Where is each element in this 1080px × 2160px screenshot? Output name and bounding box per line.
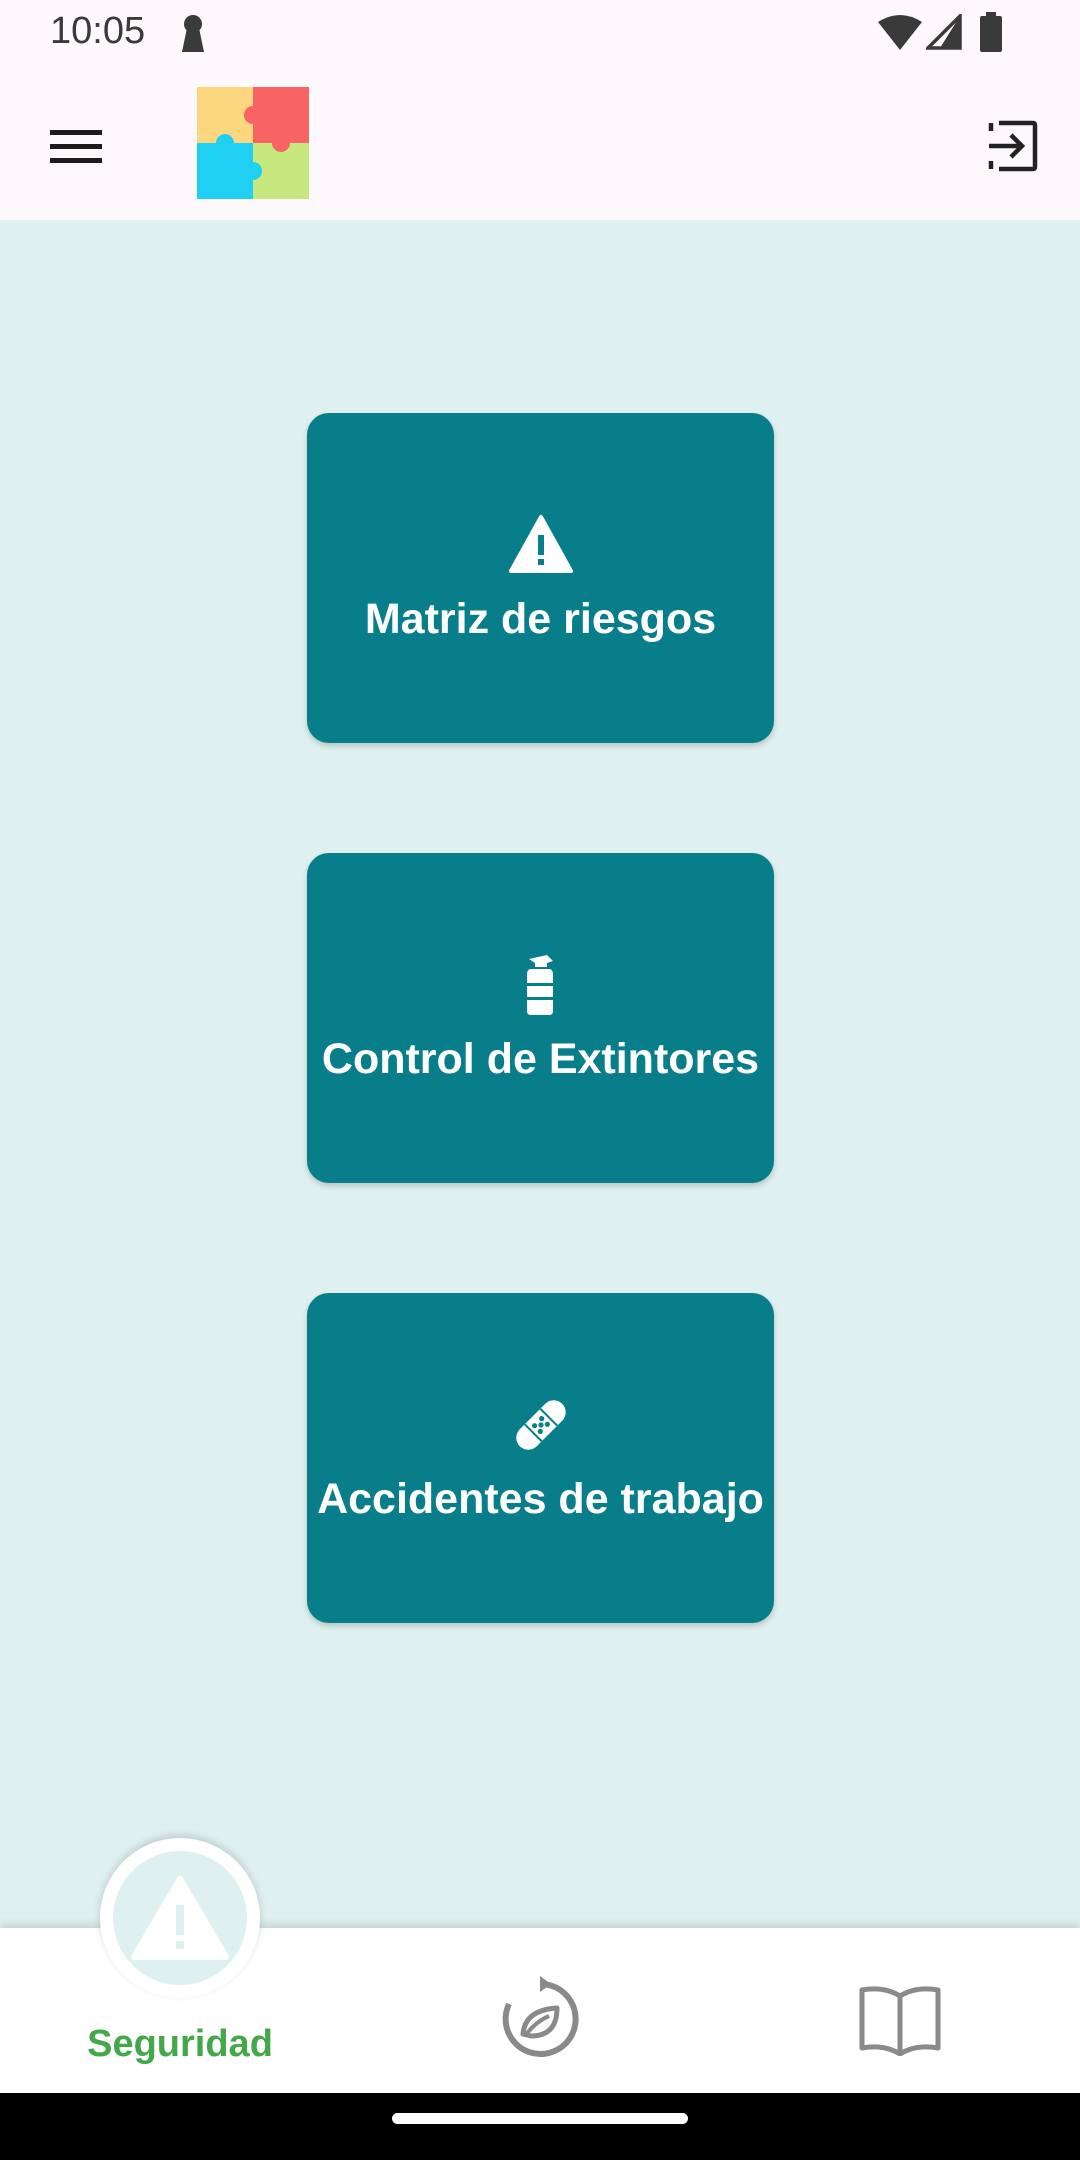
nav-item-seguridad[interactable]: [100, 1838, 260, 1998]
fire-extinguisher-icon: [526, 954, 553, 1015]
puzzle-logo-icon: [197, 87, 309, 199]
nav-active-indicator: [113, 1851, 247, 1985]
warning-icon: [508, 514, 573, 573]
logout-icon: [988, 120, 1038, 172]
control-de-extintores-card[interactable]: Control de Extintores: [307, 853, 774, 1183]
card-label: Matriz de riesgos: [364, 594, 717, 643]
nav-item-book[interactable]: [846, 1965, 954, 2073]
accidentes-de-trabajo-card[interactable]: Accidentes de trabajo: [307, 1293, 774, 1623]
system-navigation-bar: [0, 2093, 1080, 2160]
matriz-de-riesgos-card[interactable]: Matriz de riesgos: [307, 413, 774, 743]
nav-item-eco-refresh[interactable]: [486, 1965, 594, 2073]
logout-button[interactable]: [974, 108, 1050, 184]
card-label: Control de Extintores: [321, 1034, 760, 1083]
hamburger-menu-icon: [50, 130, 102, 163]
book-icon: [859, 1986, 941, 2056]
eco-refresh-icon: [502, 1976, 579, 2057]
nav-label-seguridad: Seguridad: [87, 2023, 273, 2065]
lock-keyhole-icon: [182, 15, 204, 52]
card-label: Accidentes de trabajo: [317, 1474, 764, 1523]
menu-button[interactable]: [40, 110, 112, 182]
app-bar: [0, 70, 1080, 220]
warning-icon: [131, 1876, 229, 1960]
home-gesture-handle[interactable]: [392, 2113, 688, 2124]
wifi-icon: [878, 15, 922, 50]
signal-icon: [926, 14, 962, 50]
battery-icon: [980, 12, 1002, 52]
status-time: 10:05: [50, 10, 146, 52]
status-bar: 10:05: [0, 0, 1080, 70]
bandage-icon: [515, 1399, 566, 1450]
